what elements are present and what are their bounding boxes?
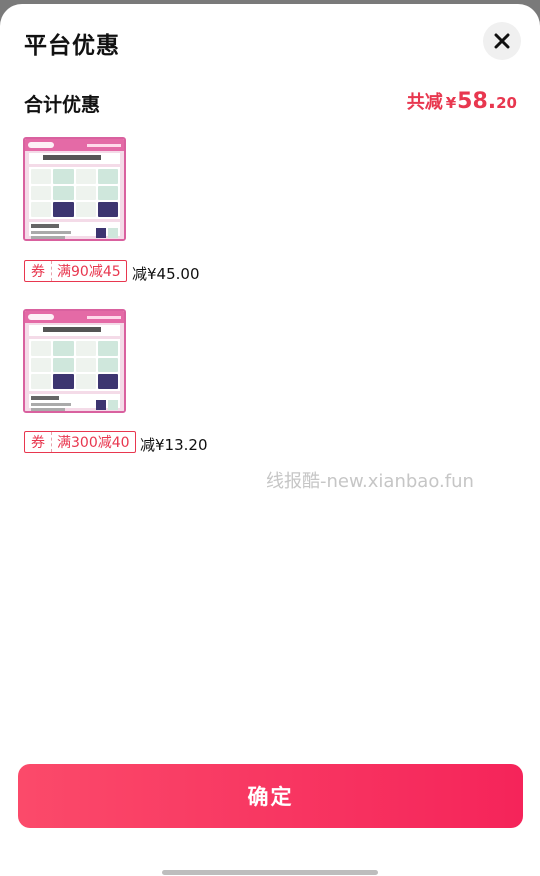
confirm-button[interactable]: 确定 — [18, 764, 523, 828]
coupon-tag: 券 满90减45 — [24, 260, 127, 282]
summary-label: 合计优惠 — [24, 94, 101, 116]
summary-total-prefix: 共减 — [406, 92, 443, 113]
close-icon — [494, 33, 510, 49]
discount-amount: 减¥45.00 — [132, 265, 200, 283]
discount-sheet: 平台优惠 合计优惠 共减 ¥ 58. 20 券 满90减45 减¥45.00 券… — [0, 4, 540, 876]
watermark: 线报酷-new.xianbao.fun — [266, 471, 474, 492]
product-thumbnail[interactable] — [23, 309, 126, 413]
close-button[interactable] — [483, 22, 521, 60]
coupon-tag: 券 满300减40 — [24, 431, 136, 453]
coupon-rule: 满300减40 — [57, 435, 130, 451]
summary-total-currency: ¥ — [445, 94, 457, 112]
home-indicator — [162, 870, 378, 875]
product-thumbnail[interactable] — [23, 137, 126, 241]
coupon-rule: 满90减45 — [57, 264, 121, 280]
discount-amount: 减¥13.20 — [140, 436, 208, 454]
coupon-kind: 券 — [25, 261, 52, 281]
summary-total: 共减 ¥ 58. 20 — [407, 88, 517, 114]
summary-total-decimal: 20 — [496, 94, 517, 112]
sheet-title: 平台优惠 — [24, 33, 120, 59]
coupon-kind: 券 — [25, 432, 52, 452]
summary-total-integer: 58. — [457, 89, 497, 114]
